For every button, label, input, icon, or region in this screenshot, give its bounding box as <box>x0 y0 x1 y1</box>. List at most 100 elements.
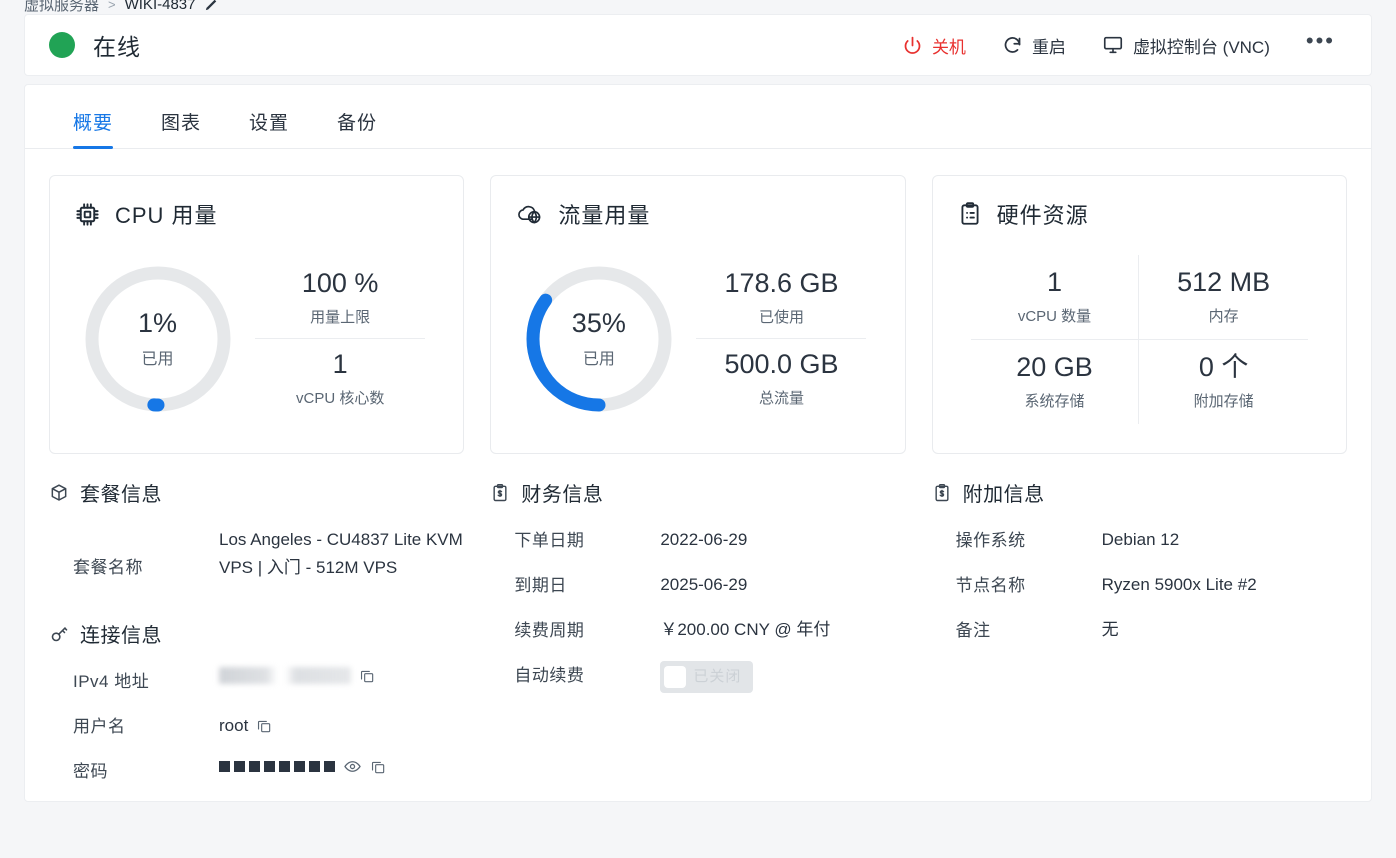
hardware-cell-memory: 512 MB 内存 <box>1139 255 1308 340</box>
copy-icon[interactable] <box>256 718 272 734</box>
power-icon <box>902 35 923 56</box>
tab-settings[interactable]: 设置 <box>225 108 313 148</box>
restart-button[interactable]: 重启 <box>984 27 1084 64</box>
password-masked-value <box>219 761 335 772</box>
ipv4-row: IPv4 地址 <box>49 656 464 701</box>
traffic-used-stat: 178.6 GB 已使用 <box>696 258 866 338</box>
eye-icon[interactable] <box>343 757 362 776</box>
cpu-card-body: 1% 已用 100 % 用量上限 1 vCPU 核心数 <box>74 230 439 453</box>
toggle-knob-icon <box>664 666 687 689</box>
username-value-group: root <box>219 701 464 740</box>
detail-columns: 套餐信息 套餐名称 Los Angeles - CU4837 Lite KVM … <box>25 454 1371 791</box>
main-panel: 概要 图表 设置 备份 CPU 用量 1% 已用 100 % 用量上限 1 vC… <box>24 84 1372 802</box>
cpu-cores-caption: vCPU 核心数 <box>295 389 385 407</box>
os-row: 操作系统 Debian 12 <box>932 515 1347 560</box>
username-value: root <box>219 716 249 735</box>
renewal-cycle-row: 续费周期 ￥200.00 CNY @ 年付 <box>490 605 905 650</box>
hardware-memory-value: 512 MB <box>1177 267 1271 298</box>
node-name-row: 节点名称 Ryzen 5900x Lite #2 <box>932 560 1347 605</box>
package-name-key: 套餐名称 <box>73 558 143 577</box>
pencil-icon[interactable] <box>204 0 219 12</box>
cpu-donut-wrap: 1% 已用 <box>74 263 241 415</box>
traffic-donut-center: 35% 已用 <box>523 263 675 415</box>
cpu-limit-value: 100 % <box>301 268 379 299</box>
more-actions-button[interactable]: ••• <box>1288 30 1353 54</box>
status-actions: 关机 重启 虚拟控制台 (VNC) ••• <box>884 27 1371 64</box>
traffic-used-caption: 已使用 <box>758 309 804 326</box>
cpu-cores-stat: 1 vCPU 核心数 <box>255 338 426 419</box>
traffic-usage-card: 流量用量 35% 已用 178.6 GB 已使用 500.0 GB 总流量 <box>490 175 906 454</box>
key-icon <box>49 624 69 644</box>
metric-cards-row: CPU 用量 1% 已用 100 % 用量上限 1 vCPU 核心数 流量用量 … <box>25 149 1371 454</box>
tab-bar: 概要 图表 设置 备份 <box>25 85 1371 149</box>
finance-info-title: 财务信息 <box>521 484 604 506</box>
order-date-key: 下单日期 <box>514 531 585 550</box>
detail-column-middle: 财务信息 下单日期 2022-06-29 到期日 2025-06-29 续费周期… <box>490 478 905 791</box>
auto-renew-toggle[interactable]: 已关闭 <box>660 661 754 694</box>
cpu-limit-caption: 用量上限 <box>310 309 371 326</box>
vnc-console-label: 虚拟控制台 (VNC) <box>1132 37 1270 57</box>
ipv4-redacted-value <box>219 667 351 684</box>
tab-overview[interactable]: 概要 <box>49 108 137 149</box>
breadcrumb-current: WIKI-4837 <box>124 0 196 13</box>
cpu-donut-center: 1% 已用 <box>82 263 234 415</box>
hardware-cell-system-storage: 20 GB 系统存储 <box>971 340 1140 424</box>
traffic-stats: 178.6 GB 已使用 500.0 GB 总流量 <box>682 258 880 419</box>
status-indicator-group: 在线 <box>25 28 141 62</box>
virtual-server-detail-page: 虚拟服务器 > WIKI-4837 在线 关机 重启 虚拟控制台 (VNC) •… <box>0 0 1396 858</box>
refresh-icon <box>1002 35 1023 56</box>
hardware-extra-storage-caption: 附加存储 <box>1193 392 1254 410</box>
finance-info-header: 财务信息 <box>490 478 905 507</box>
shutdown-button[interactable]: 关机 <box>884 27 984 64</box>
hardware-vcpu-value: 1 <box>1046 267 1062 298</box>
vnc-console-button[interactable]: 虚拟控制台 (VNC) <box>1084 27 1288 64</box>
ipv4-key: IPv4 地址 <box>73 672 150 691</box>
hardware-vcpu-caption: vCPU 数量 <box>1017 308 1092 325</box>
clipboard-dollar-icon <box>490 483 510 503</box>
hardware-cell-extra-storage: 0 个 附加存储 <box>1139 340 1308 424</box>
status-bar: 在线 关机 重启 虚拟控制台 (VNC) ••• <box>24 14 1372 76</box>
package-info-header: 套餐信息 <box>49 478 464 507</box>
detail-column-left: 套餐信息 套餐名称 Los Angeles - CU4837 Lite KVM … <box>49 478 464 791</box>
cpu-card-title: CPU 用量 <box>115 203 218 228</box>
breadcrumb: 虚拟服务器 > WIKI-4837 <box>24 0 219 15</box>
copy-icon[interactable] <box>359 668 375 684</box>
shutdown-label: 关机 <box>931 37 966 57</box>
extra-info-header: 附加信息 <box>932 478 1347 507</box>
os-value: Debian 12 <box>1101 530 1180 549</box>
traffic-card-header: 流量用量 <box>515 198 880 230</box>
extra-info-title: 附加信息 <box>962 484 1045 506</box>
tab-charts[interactable]: 图表 <box>137 108 225 148</box>
remark-value: 无 <box>1101 620 1119 639</box>
breadcrumb-parent-link[interactable]: 虚拟服务器 <box>24 0 99 15</box>
ipv4-value-group <box>219 656 464 684</box>
hardware-grid: 1 vCPU 数量 512 MB 内存 20 GB 系统存储 0 个 附加存储 <box>957 255 1322 424</box>
hardware-memory-caption: 内存 <box>1208 308 1239 325</box>
package-name-row: 套餐名称 Los Angeles - CU4837 Lite KVM VPS |… <box>49 515 464 611</box>
node-name-key: 节点名称 <box>955 576 1026 595</box>
connection-info-header: 连接信息 <box>49 619 464 648</box>
cloud-globe-icon <box>515 201 544 228</box>
password-key: 密码 <box>73 762 108 781</box>
remark-row: 备注 无 <box>932 605 1347 650</box>
tab-backups[interactable]: 备份 <box>313 108 401 148</box>
cpu-usage-caption: 已用 <box>141 351 174 368</box>
package-info-title: 套餐信息 <box>80 484 162 506</box>
clipboard-list-icon <box>957 201 983 227</box>
os-key: 操作系统 <box>955 531 1026 550</box>
cpu-card-header: CPU 用量 <box>74 198 439 230</box>
traffic-card-body: 35% 已用 178.6 GB 已使用 500.0 GB 总流量 <box>515 230 880 453</box>
traffic-usage-value: 35% <box>571 308 626 338</box>
renewal-cycle-value: ￥200.00 CNY @ 年付 <box>660 620 831 639</box>
package-name-value: Los Angeles - CU4837 Lite KVM VPS | 入门 -… <box>219 530 463 577</box>
status-dot-icon <box>49 32 75 58</box>
cpu-usage-card: CPU 用量 1% 已用 100 % 用量上限 1 vCPU 核心数 <box>49 175 465 454</box>
traffic-total-value: 500.0 GB <box>724 349 839 379</box>
hardware-cell-vcpu: 1 vCPU 数量 <box>970 255 1140 340</box>
expiry-date-row: 到期日 2025-06-29 <box>490 560 905 605</box>
hardware-card-header: 硬件资源 <box>957 198 1322 230</box>
renewal-cycle-key: 续费周期 <box>514 621 585 640</box>
copy-icon[interactable] <box>370 759 386 775</box>
traffic-used-value: 178.6 GB <box>724 268 839 299</box>
username-row: 用户名 root <box>49 701 464 746</box>
